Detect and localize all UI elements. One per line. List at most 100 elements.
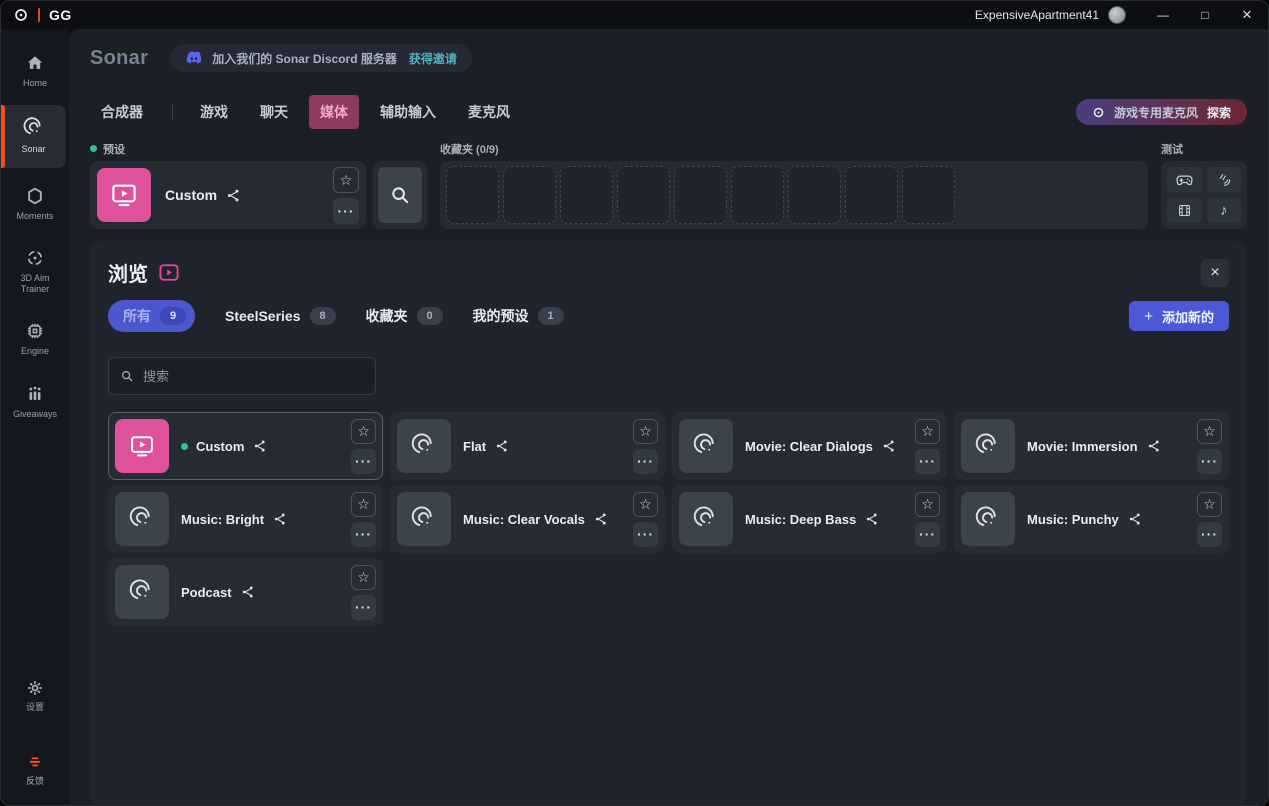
share-icon[interactable] — [865, 512, 879, 526]
username[interactable]: ExpensiveApartment41 — [975, 8, 1099, 22]
favorite-button[interactable]: ☆ — [1197, 492, 1222, 517]
favorite-button[interactable]: ☆ — [915, 492, 940, 517]
filter-count-badge: 1 — [538, 307, 564, 325]
share-icon[interactable] — [241, 585, 255, 599]
preset-card[interactable]: Music: Deep Bass ☆ ··· — [672, 485, 947, 553]
more-options-button[interactable]: ··· — [351, 449, 376, 474]
preset-name: Custom — [196, 439, 244, 454]
sidebar-item-moments[interactable]: Moments — [5, 176, 65, 230]
active-preset-dot — [181, 443, 188, 450]
sidebar-item-engine[interactable]: Engine — [5, 311, 65, 365]
tab-mixer[interactable]: 合成器 — [90, 95, 154, 129]
add-new-preset-button[interactable]: + 添加新的 — [1129, 301, 1229, 331]
promo-banner[interactable]: 游戏专用麦克风 探索 — [1076, 99, 1247, 125]
more-options-button[interactable]: ··· — [351, 522, 376, 547]
discord-invite-link[interactable]: 获得邀请 — [409, 50, 457, 67]
promo-cta: 探索 — [1207, 104, 1231, 121]
favorite-slot — [446, 166, 499, 224]
giveaways-gift-icon — [25, 384, 45, 404]
minimize-button[interactable]: — — [1142, 1, 1184, 29]
sidebar: Home Sonar Moments 3D Aim Trainer Engine… — [1, 29, 69, 805]
steelseries-icon — [1092, 106, 1105, 119]
share-icon[interactable] — [253, 439, 267, 453]
favorite-button[interactable]: ☆ — [1197, 419, 1222, 444]
channel-tab[interactable]: 游戏 — [189, 95, 239, 129]
channel-tab[interactable]: 媒体 — [309, 95, 359, 129]
share-icon[interactable] — [1128, 512, 1142, 526]
favorite-button[interactable]: ☆ — [351, 565, 376, 590]
favorite-button[interactable]: ☆ — [351, 492, 376, 517]
browse-filter-tab[interactable]: 所有 9 — [108, 300, 195, 332]
more-options-button[interactable]: ··· — [1197, 522, 1222, 547]
favorite-button[interactable]: ☆ — [351, 419, 376, 444]
sidebar-item-3d-aim-trainer[interactable]: 3D Aim Trainer — [5, 238, 65, 304]
browse-filter-tab[interactable]: 收藏夹 0 — [366, 300, 443, 332]
test-movie-button[interactable] — [1167, 198, 1202, 223]
favorite-slot — [731, 166, 784, 224]
share-icon[interactable] — [495, 439, 509, 453]
preset-search[interactable] — [108, 357, 376, 395]
preset-card[interactable]: Music: Punchy ☆ ··· — [954, 485, 1229, 553]
aim-target-icon — [25, 248, 45, 268]
sidebar-item-settings[interactable]: 设置 — [5, 669, 65, 721]
share-icon[interactable] — [882, 439, 896, 453]
favorite-button[interactable]: ☆ — [633, 492, 658, 517]
close-browse-button[interactable]: × — [1201, 259, 1229, 287]
favorites-label: 收藏夹 (0/9) — [440, 141, 499, 157]
active-preset-card[interactable]: Custom ☆ ··· — [90, 161, 366, 229]
sonar-wave-icon — [397, 492, 451, 546]
media-play-icon — [115, 419, 169, 473]
share-icon[interactable] — [226, 188, 241, 203]
channel-tab[interactable]: 麦克风 — [457, 95, 521, 129]
sidebar-item-giveaways[interactable]: Giveaways — [5, 374, 65, 428]
preset-card[interactable]: Movie: Immersion ☆ ··· — [954, 412, 1229, 480]
preset-card[interactable]: Movie: Clear Dialogs ☆ ··· — [672, 412, 947, 480]
test-game-sound-button[interactable] — [1167, 167, 1202, 193]
channel-tab[interactable]: 聊天 — [249, 95, 299, 129]
browse-filter-tab[interactable]: SteelSeries 8 — [225, 301, 336, 331]
favorite-button[interactable]: ☆ — [333, 167, 359, 193]
more-options-button[interactable]: ··· — [633, 522, 658, 547]
more-options-button[interactable]: ··· — [351, 595, 376, 620]
maximize-button[interactable]: □ — [1184, 1, 1226, 29]
browse-filter-tab[interactable]: 我的预设 1 — [473, 300, 564, 332]
sonar-wave-icon — [679, 492, 733, 546]
search-input[interactable] — [143, 369, 364, 384]
favorite-slot — [503, 166, 556, 224]
preset-card[interactable]: Custom ☆ ··· — [108, 412, 383, 480]
more-options-button[interactable]: ··· — [633, 449, 658, 474]
browse-panel: 浏览 × 所有 9 SteelSeri — [90, 241, 1247, 805]
close-button[interactable]: × — [1226, 1, 1268, 29]
app-name: GG — [49, 7, 72, 23]
search-icon — [378, 167, 422, 223]
more-options-button[interactable]: ··· — [915, 449, 940, 474]
preset-name: Music: Punchy — [1027, 512, 1119, 527]
preset-card[interactable]: Podcast ☆ ··· — [108, 558, 383, 626]
sonar-wave-icon — [679, 419, 733, 473]
channel-tab[interactable]: 辅助输入 — [369, 95, 447, 129]
discord-banner[interactable]: 加入我们的 Sonar Discord 服务器 获得邀请 — [170, 44, 472, 72]
favorite-button[interactable]: ☆ — [915, 419, 940, 444]
share-icon[interactable] — [273, 512, 287, 526]
more-options-button[interactable]: ··· — [915, 522, 940, 547]
test-voice-button[interactable] — [1207, 167, 1242, 193]
share-icon[interactable] — [594, 512, 608, 526]
filter-label: 所有 — [123, 306, 151, 326]
preset-name: Music: Clear Vocals — [463, 512, 585, 527]
sidebar-item-feedback[interactable]: 反馈 — [5, 743, 65, 795]
avatar[interactable] — [1108, 6, 1126, 24]
main-content: Sonar 加入我们的 Sonar Discord 服务器 获得邀请 合成器 游… — [69, 29, 1268, 805]
preset-card[interactable]: Music: Bright ☆ ··· — [108, 485, 383, 553]
more-options-button[interactable]: ··· — [1197, 449, 1222, 474]
preset-card[interactable]: Flat ☆ ··· — [390, 412, 665, 480]
share-icon[interactable] — [1147, 439, 1161, 453]
more-options-button[interactable]: ··· — [333, 198, 359, 224]
preset-card[interactable]: Music: Clear Vocals ☆ ··· — [390, 485, 665, 553]
favorite-button[interactable]: ☆ — [633, 419, 658, 444]
engine-chip-icon — [25, 321, 45, 341]
sidebar-item-sonar[interactable]: Sonar — [1, 105, 66, 167]
test-music-button[interactable]: ♪ — [1207, 198, 1242, 223]
sidebar-item-home[interactable]: Home — [5, 43, 65, 97]
open-browse-search-button[interactable] — [373, 161, 427, 229]
favorite-slot — [617, 166, 670, 224]
